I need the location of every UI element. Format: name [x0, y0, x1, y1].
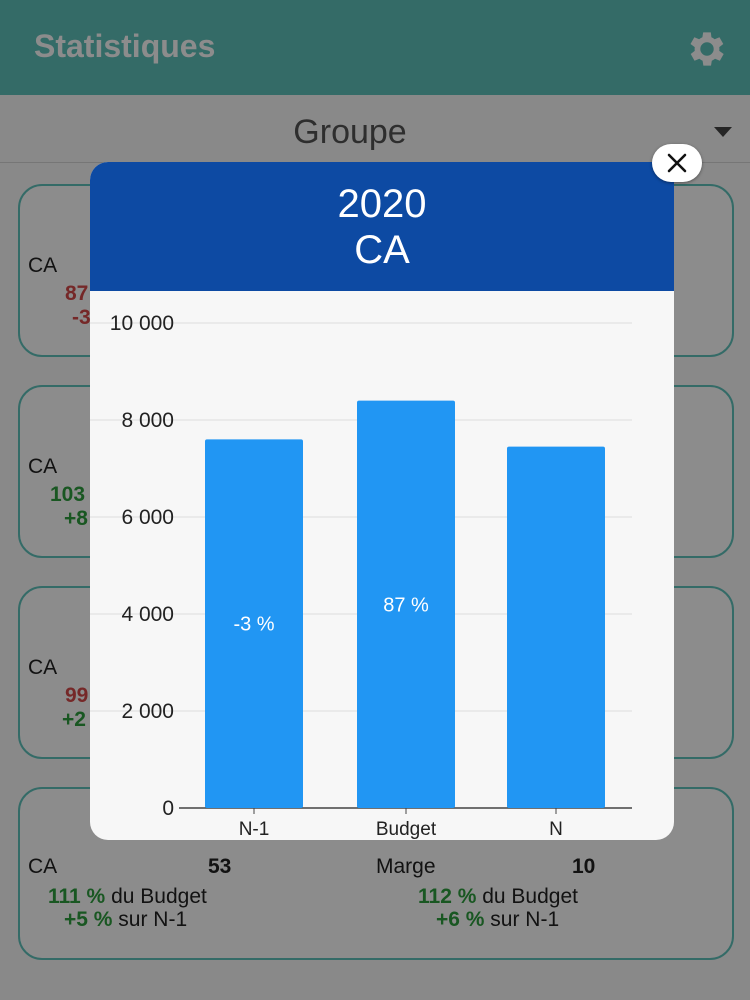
y-tick-label: 4 000: [121, 603, 174, 626]
y-tick-label: 6 000: [121, 506, 174, 529]
close-button[interactable]: [652, 144, 702, 182]
bar-data-label: 87 %: [383, 594, 429, 616]
x-tick-label: N: [549, 819, 563, 840]
y-tick-label: 8 000: [121, 409, 174, 432]
modal-year: 2020: [337, 182, 427, 226]
close-icon: [667, 153, 687, 173]
bar-n: [507, 446, 605, 808]
y-tick-label: 10 000: [110, 312, 174, 335]
x-tick-label: Budget: [376, 819, 437, 840]
y-tick-label: 2 000: [121, 700, 174, 723]
chart-modal: 2020 CA 0 2 000 4 000 6 000 8 000 10 000 N-1 -3…: [90, 162, 674, 840]
bar-data-label: -3 %: [233, 614, 274, 636]
bar-chart: 0 2 000 4 000 6 000 8 000 10 000 N-1 -3 % Budget…: [90, 291, 674, 840]
y-tick-label: 0: [162, 797, 174, 820]
modal-header: 2020 CA: [90, 162, 674, 291]
modal-subtitle: CA: [354, 228, 410, 272]
x-tick-label: N-1: [239, 819, 270, 840]
bar-chart-svg: 0 2 000 4 000 6 000 8 000 10 000 N-1 -3 % Budget…: [90, 312, 632, 840]
